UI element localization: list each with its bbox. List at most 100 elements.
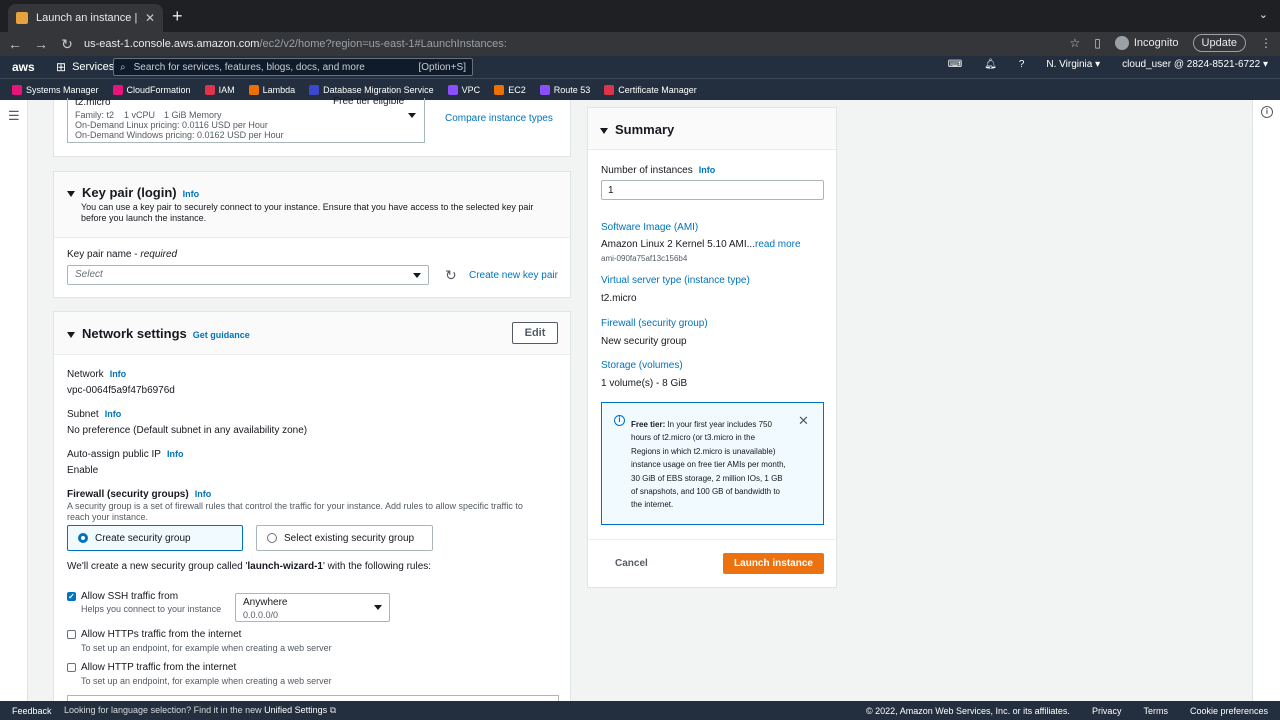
favorite-item[interactable]: VPC xyxy=(447,84,481,95)
console-footer: Feedback Looking for language selection?… xyxy=(0,701,1280,720)
edit-button[interactable]: Edit xyxy=(512,322,558,344)
favorite-item[interactable]: Certificate Manager xyxy=(604,84,697,95)
service-icon xyxy=(604,84,615,95)
allow-ssh-checkbox[interactable]: ✓ xyxy=(67,592,76,601)
ami-read-more-link[interactable]: read more xyxy=(755,239,801,250)
browser-tab[interactable]: Launch an instance | EC2 Mana ✕ xyxy=(8,4,163,32)
allow-https-checkbox[interactable] xyxy=(67,630,76,639)
url-field[interactable]: us-east-1.console.aws.amazon.com/ec2/v2/… xyxy=(84,38,507,50)
info-panel-icon[interactable]: i xyxy=(1261,106,1273,118)
cloudshell-icon[interactable]: ⌨ xyxy=(948,59,962,70)
favorite-item[interactable]: EC2 xyxy=(494,84,526,95)
num-instances-input[interactable]: 1 xyxy=(601,180,824,200)
create-key-pair-link[interactable]: Create new key pair xyxy=(469,270,558,281)
free-tier-body: In your first year includes 750 hours of… xyxy=(631,420,786,510)
new-sg-prefix: We'll create a new security group called… xyxy=(67,561,248,572)
services-menu[interactable]: ⊞ Services xyxy=(56,60,114,74)
network-info-link[interactable]: Info xyxy=(110,369,127,379)
firewall-label-link[interactable]: Firewall (security group) xyxy=(601,318,708,329)
url-host: us-east-1.console.aws.amazon.com xyxy=(84,38,260,50)
storage-label-link[interactable]: Storage (volumes) xyxy=(601,360,683,371)
new-security-group-note: We'll create a new security group called… xyxy=(67,561,431,572)
new-tab-icon[interactable]: + xyxy=(172,6,183,26)
incognito-indicator[interactable]: Incognito xyxy=(1114,36,1179,50)
close-icon[interactable]: ✕ xyxy=(798,413,809,429)
instance-type-card[interactable]: t2.micro Free tier eligible Family: t2 1… xyxy=(67,96,425,143)
favorite-item[interactable]: CloudFormation xyxy=(112,84,191,95)
favorite-label: VPC xyxy=(461,84,481,95)
region-selector[interactable]: N. Virginia ▾ xyxy=(1046,59,1100,70)
close-tab-icon[interactable]: ✕ xyxy=(145,11,155,25)
key-pair-select[interactable]: Select xyxy=(67,265,429,285)
unified-settings-link[interactable]: Unified Settings xyxy=(264,705,327,715)
compare-instance-types-link[interactable]: Compare instance types xyxy=(445,113,553,124)
terms-link[interactable]: Terms xyxy=(1143,706,1168,716)
side-panel-icon[interactable]: ▯ xyxy=(1094,36,1101,50)
network-label-row: Network Info xyxy=(67,368,126,380)
ssh-source-value: Anywhere xyxy=(243,597,288,608)
copyright: © 2022, Amazon Web Services, Inc. or its… xyxy=(866,705,1070,716)
key-pair-name-label: Key pair name - required xyxy=(67,249,177,260)
forward-icon[interactable]: → xyxy=(30,36,52,52)
create-security-group-option[interactable]: Create security group xyxy=(67,525,243,551)
favorite-item[interactable]: IAM xyxy=(204,84,235,95)
allow-https-help: To set up an endpoint, for example when … xyxy=(81,643,332,653)
network-title-row[interactable]: Network settings Get guidance xyxy=(67,326,250,341)
hamburger-menu-icon[interactable]: ☰ xyxy=(8,108,20,124)
bookmark-star-icon[interactable]: ☆ xyxy=(1069,36,1080,50)
service-icon xyxy=(539,84,550,95)
url-path: /ec2/v2/home?region=us-east-1#LaunchInst… xyxy=(259,38,507,50)
ssh-source-select[interactable]: Anywhere 0.0.0.0/0 xyxy=(235,593,390,622)
back-icon[interactable]: ← xyxy=(4,36,26,52)
select-sg-label: Select existing security group xyxy=(284,532,415,544)
favorite-item[interactable]: Route 53 xyxy=(539,84,590,95)
instance-type-panel: t2.micro Free tier eligible Family: t2 1… xyxy=(53,96,571,157)
notifications-icon[interactable]: 🔔︎ xyxy=(984,59,997,70)
service-icon xyxy=(309,84,320,95)
help-icon[interactable]: ? xyxy=(1019,59,1025,70)
allow-http-help: To set up an endpoint, for example when … xyxy=(81,676,332,686)
feedback-link[interactable]: Feedback xyxy=(12,706,62,716)
subnet-label: Subnet xyxy=(67,409,99,420)
firewall-info-link[interactable]: Info xyxy=(195,489,212,499)
favorite-item[interactable]: Systems Manager xyxy=(12,84,99,95)
tab-search-chevron-icon[interactable]: ⌄ xyxy=(1259,8,1268,21)
reload-icon[interactable]: ↻ xyxy=(56,36,78,53)
allow-http-checkbox[interactable] xyxy=(67,663,76,672)
chevron-down-icon xyxy=(408,113,416,118)
refresh-icon[interactable]: ↻ xyxy=(445,267,457,284)
storage-value: 1 volume(s) - 8 GiB xyxy=(601,378,688,389)
address-bar: ← → ↻ us-east-1.console.aws.amazon.com/e… xyxy=(0,32,1280,56)
launch-instance-button[interactable]: Launch instance xyxy=(723,553,824,574)
cookie-preferences-link[interactable]: Cookie preferences xyxy=(1190,706,1268,716)
chevron-down-icon xyxy=(413,273,421,278)
browser-menu-icon[interactable]: ⋮ xyxy=(1260,36,1272,50)
favorite-item[interactable]: Lambda xyxy=(248,84,295,95)
privacy-link[interactable]: Privacy xyxy=(1092,706,1122,716)
key-pair-description: You can use a key pair to securely conne… xyxy=(81,202,534,223)
ami-label-link[interactable]: Software Image (AMI) xyxy=(601,222,698,233)
summary-title-row[interactable]: Summary xyxy=(600,122,674,137)
key-pair-info-link[interactable]: Info xyxy=(183,189,200,199)
num-instances-value: 1 xyxy=(608,185,614,196)
firewall-label-row: Firewall (security groups) Info xyxy=(67,488,211,500)
key-pair-title-row[interactable]: Key pair (login) Info xyxy=(67,185,199,200)
get-guidance-link[interactable]: Get guidance xyxy=(193,330,250,340)
summary-header: Summary xyxy=(588,108,836,150)
aws-favicon-icon xyxy=(16,12,28,24)
subnet-info-link[interactable]: Info xyxy=(105,409,122,419)
num-instances-info-link[interactable]: Info xyxy=(699,165,716,175)
language-note-text: Looking for language selection? Find it … xyxy=(64,705,265,715)
new-sg-suffix: ' with the following rules: xyxy=(322,561,432,572)
key-pair-select-placeholder: Select xyxy=(75,269,103,280)
global-search-input[interactable]: ⌕ Search for services, features, blogs, … xyxy=(113,58,473,76)
favorite-item[interactable]: Database Migration Service xyxy=(309,84,434,95)
public-ip-info-link[interactable]: Info xyxy=(167,449,184,459)
account-menu[interactable]: cloud_user @ 2824-8521-6722 ▾ xyxy=(1122,59,1268,70)
radio-selected-icon xyxy=(78,533,88,543)
update-button[interactable]: Update xyxy=(1192,34,1246,52)
select-existing-security-group-option[interactable]: Select existing security group xyxy=(256,525,433,551)
aws-logo[interactable]: aws xyxy=(12,60,36,74)
cancel-button[interactable]: Cancel xyxy=(615,558,648,569)
instance-type-label-link[interactable]: Virtual server type (instance type) xyxy=(601,275,750,286)
